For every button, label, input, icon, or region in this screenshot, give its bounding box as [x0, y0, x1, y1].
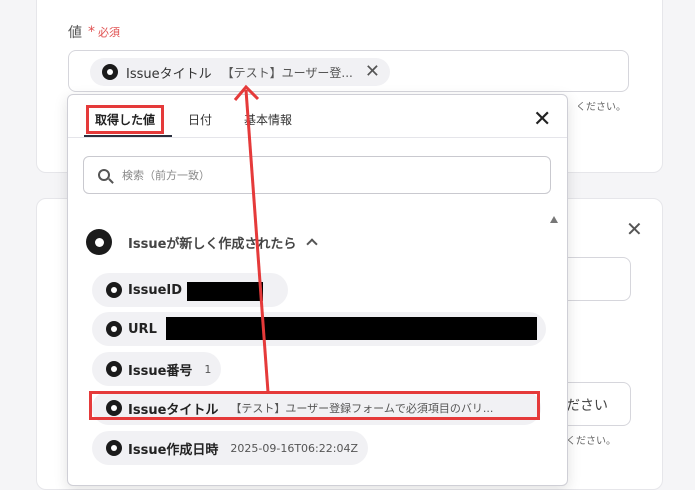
arrow-shaft [244, 89, 270, 393]
annotation-arrow [233, 84, 270, 393]
